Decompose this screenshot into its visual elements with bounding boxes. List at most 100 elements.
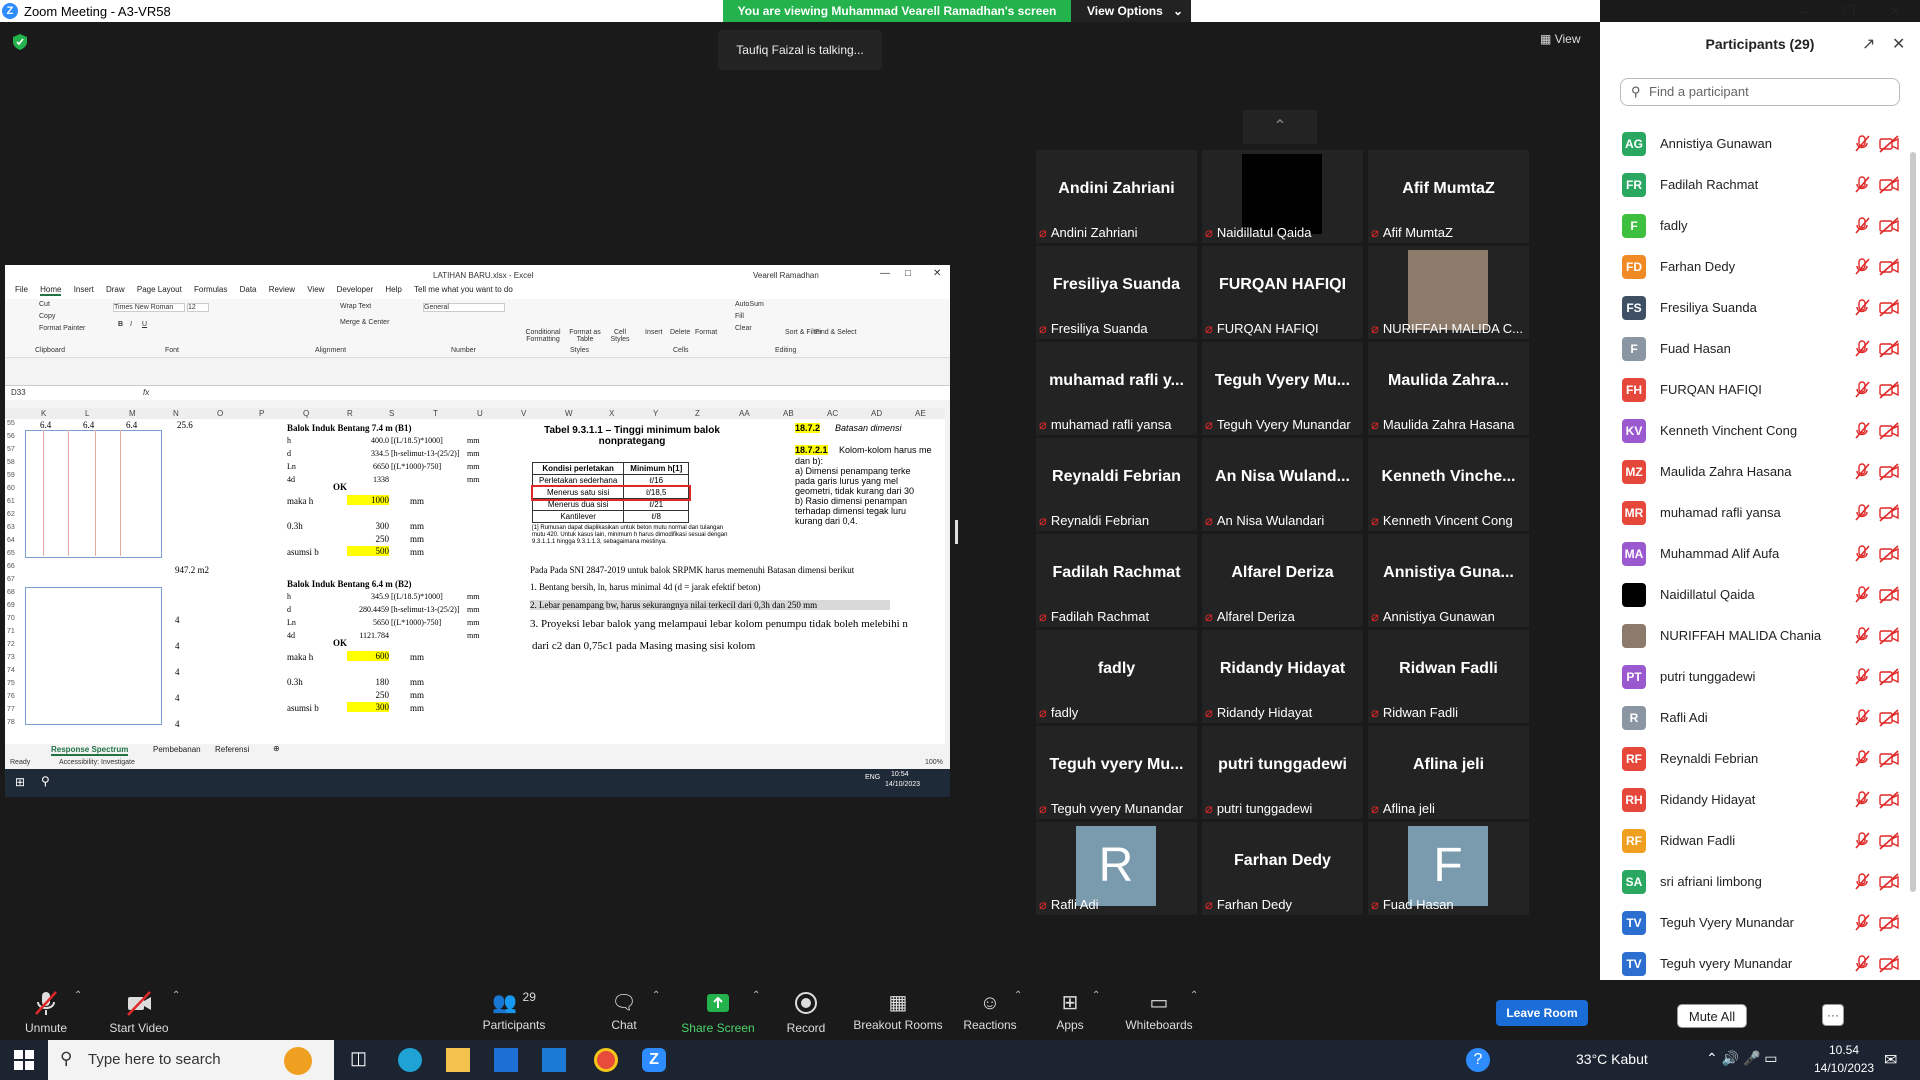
cell-k55[interactable]: 6.4 bbox=[40, 420, 51, 430]
participant-row[interactable]: MZ Maulida Zahra Hasana bbox=[1620, 452, 1910, 492]
cell-four[interactable]: 4 bbox=[175, 641, 180, 651]
menu-draw[interactable]: Draw bbox=[106, 285, 125, 294]
participant-row[interactable]: PT putri tunggadewi bbox=[1620, 657, 1910, 697]
share-options-caret[interactable]: ⌃ bbox=[752, 990, 760, 1001]
b1-line-v[interactable]: 334.5 bbox=[335, 449, 389, 458]
column-header[interactable]: N bbox=[173, 409, 179, 418]
b1-maka-h-value[interactable]: 1000 bbox=[347, 495, 389, 505]
column-header[interactable]: U bbox=[477, 409, 483, 418]
b1-mm[interactable]: mm bbox=[410, 496, 424, 506]
b2-line-v[interactable]: 5650 bbox=[335, 618, 389, 627]
task-view-icon[interactable]: ◫ bbox=[350, 1048, 374, 1072]
chrome-icon[interactable] bbox=[594, 1048, 618, 1072]
video-tile[interactable]: R ⌀ Rafli Adi bbox=[1036, 822, 1197, 915]
b1-asumsi-label[interactable]: asumsi b bbox=[287, 547, 319, 557]
leave-room-button[interactable]: Leave Room bbox=[1496, 1000, 1588, 1026]
view-layout-button[interactable]: ▦ View bbox=[1540, 32, 1580, 46]
tab-pembebanan[interactable]: Pembebanan bbox=[153, 745, 201, 754]
delete-cells-button[interactable]: Delete bbox=[670, 329, 690, 336]
b2-line-v[interactable]: 280.4459 bbox=[335, 605, 389, 614]
find-select-button[interactable]: Find & Select bbox=[815, 329, 857, 336]
panel-scrollbar[interactable] bbox=[1910, 152, 1916, 892]
tray-icons[interactable]: ⌃ 🔊 🎤 ▭ bbox=[1706, 1050, 1778, 1067]
b2-ok[interactable]: OK bbox=[333, 638, 347, 648]
cell-l55[interactable]: 6.4 bbox=[83, 420, 94, 430]
number-format-select[interactable]: General bbox=[423, 303, 505, 312]
b2-line-k[interactable]: Ln bbox=[287, 618, 296, 627]
unmute-button[interactable]: Unmute bbox=[18, 980, 74, 1040]
row-number[interactable]: 59 bbox=[7, 472, 21, 479]
apps-options-caret[interactable]: ⌃ bbox=[1092, 990, 1100, 1001]
merge-center-button[interactable]: Merge & Center bbox=[340, 319, 389, 326]
menu-view[interactable]: View bbox=[307, 285, 324, 294]
format-painter-button[interactable]: Format Painter bbox=[39, 325, 85, 332]
excel-close-icon[interactable]: ✕ bbox=[933, 268, 941, 279]
row-number[interactable]: 71 bbox=[7, 628, 21, 635]
b1-03h-value[interactable]: 300 bbox=[357, 521, 390, 531]
video-tile[interactable]: Annistiya Guna... ⌀ Annistiya Gunawan bbox=[1368, 534, 1529, 627]
participant-search-input[interactable]: ⚲ Find a participant bbox=[1620, 78, 1900, 106]
participant-row[interactable]: MR muhamad rafli yansa bbox=[1620, 493, 1910, 533]
video-tile[interactable]: fadly ⌀ fadly bbox=[1036, 630, 1197, 723]
participant-row[interactable]: RF Ridwan Fadli bbox=[1620, 821, 1910, 861]
participant-row[interactable]: F Fuad Hasan bbox=[1620, 329, 1910, 369]
column-header[interactable]: L bbox=[85, 409, 89, 418]
b1-line-u[interactable]: mm bbox=[467, 475, 479, 484]
row-number[interactable]: 70 bbox=[7, 615, 21, 622]
column-header[interactable]: X bbox=[609, 409, 614, 418]
chat-options-caret[interactable]: ⌃ bbox=[652, 990, 660, 1001]
b1-line-k[interactable]: h bbox=[287, 436, 291, 445]
row-number[interactable]: 67 bbox=[7, 576, 21, 583]
video-tile[interactable]: Kenneth Vinche... ⌀ Kenneth Vincent Cong bbox=[1368, 438, 1529, 531]
column-header[interactable]: Q bbox=[303, 409, 309, 418]
file-explorer-icon[interactable] bbox=[446, 1048, 470, 1072]
row-number[interactable]: 55 bbox=[7, 420, 21, 427]
column-header[interactable]: AC bbox=[827, 409, 838, 418]
b2-maka-h-value[interactable]: 600 bbox=[347, 651, 389, 661]
row-number[interactable]: 61 bbox=[7, 498, 21, 505]
participant-row[interactable]: RH Ridandy Hidayat bbox=[1620, 780, 1910, 820]
start-video-button[interactable]: Start Video bbox=[104, 980, 174, 1040]
column-header[interactable]: K bbox=[41, 409, 46, 418]
row-number[interactable]: 69 bbox=[7, 602, 21, 609]
video-tile[interactable]: Ridandy Hidayat ⌀ Ridandy Hidayat bbox=[1202, 630, 1363, 723]
b1-line-u[interactable]: mm bbox=[467, 436, 479, 445]
row-number[interactable]: 78 bbox=[7, 719, 21, 726]
video-tile[interactable]: ⌀ NURIFFAH MALIDA C... bbox=[1368, 246, 1529, 339]
row-number[interactable]: 73 bbox=[7, 654, 21, 661]
row-number[interactable]: 76 bbox=[7, 693, 21, 700]
b1-maka-h-label[interactable]: maka h bbox=[287, 496, 313, 506]
participant-row[interactable]: AG Annistiya Gunawan bbox=[1620, 124, 1910, 164]
weather-text[interactable]: 33°C Kabut bbox=[1576, 1051, 1648, 1067]
record-button[interactable]: Record bbox=[784, 980, 828, 1040]
video-tile[interactable]: F ⌀ Fuad Hasan bbox=[1368, 822, 1529, 915]
tab-referensi[interactable]: Referensi bbox=[215, 745, 249, 754]
shared-screen[interactable]: LATIHAN BARU.xlsx - Excel Vearell Ramadh… bbox=[5, 265, 950, 797]
column-header[interactable]: T bbox=[433, 409, 438, 418]
participant-row[interactable]: SA sri afriani limbong bbox=[1620, 862, 1910, 902]
taskbar-search-input[interactable]: ⚲ Type here to search bbox=[48, 1040, 334, 1080]
encryption-shield-icon[interactable] bbox=[13, 34, 27, 50]
b1-line-k[interactable]: 4d bbox=[287, 475, 295, 484]
video-tile[interactable]: Reynaldi Febrian ⌀ Reynaldi Febrian bbox=[1036, 438, 1197, 531]
insert-cells-button[interactable]: Insert bbox=[645, 329, 663, 336]
video-tile[interactable]: Andini Zahriani ⌀ Andini Zahriani bbox=[1036, 150, 1197, 243]
b1-03h-label[interactable]: 0.3h bbox=[287, 521, 303, 531]
popout-icon[interactable]: ↗ bbox=[1862, 34, 1875, 54]
b2-asumsi-value[interactable]: 300 bbox=[347, 702, 389, 712]
row-number[interactable]: 66 bbox=[7, 563, 21, 570]
video-tile[interactable]: FURQAN HAFIQI ⌀ FURQAN HAFIQI bbox=[1202, 246, 1363, 339]
menu-page-layout[interactable]: Page Layout bbox=[137, 285, 182, 294]
video-tile[interactable]: Ridwan Fadli ⌀ Ridwan Fadli bbox=[1368, 630, 1529, 723]
fill-button[interactable]: Fill bbox=[735, 313, 744, 320]
b1-line-k[interactable]: Ln bbox=[287, 462, 296, 471]
column-header[interactable]: AE bbox=[915, 409, 926, 418]
b2-line-f[interactable]: [h-selimut-13-(25/2)] bbox=[391, 605, 459, 614]
column-header[interactable]: P bbox=[259, 409, 264, 418]
tab-response-spectrum[interactable]: Response Spectrum bbox=[51, 745, 129, 756]
cell-four[interactable]: 4 bbox=[175, 719, 180, 729]
row-number[interactable]: 72 bbox=[7, 641, 21, 648]
menu-help[interactable]: Help bbox=[385, 285, 401, 294]
format-cells-button[interactable]: Format bbox=[695, 329, 717, 336]
video-tile[interactable]: Alfarel Deriza ⌀ Alfarel Deriza bbox=[1202, 534, 1363, 627]
